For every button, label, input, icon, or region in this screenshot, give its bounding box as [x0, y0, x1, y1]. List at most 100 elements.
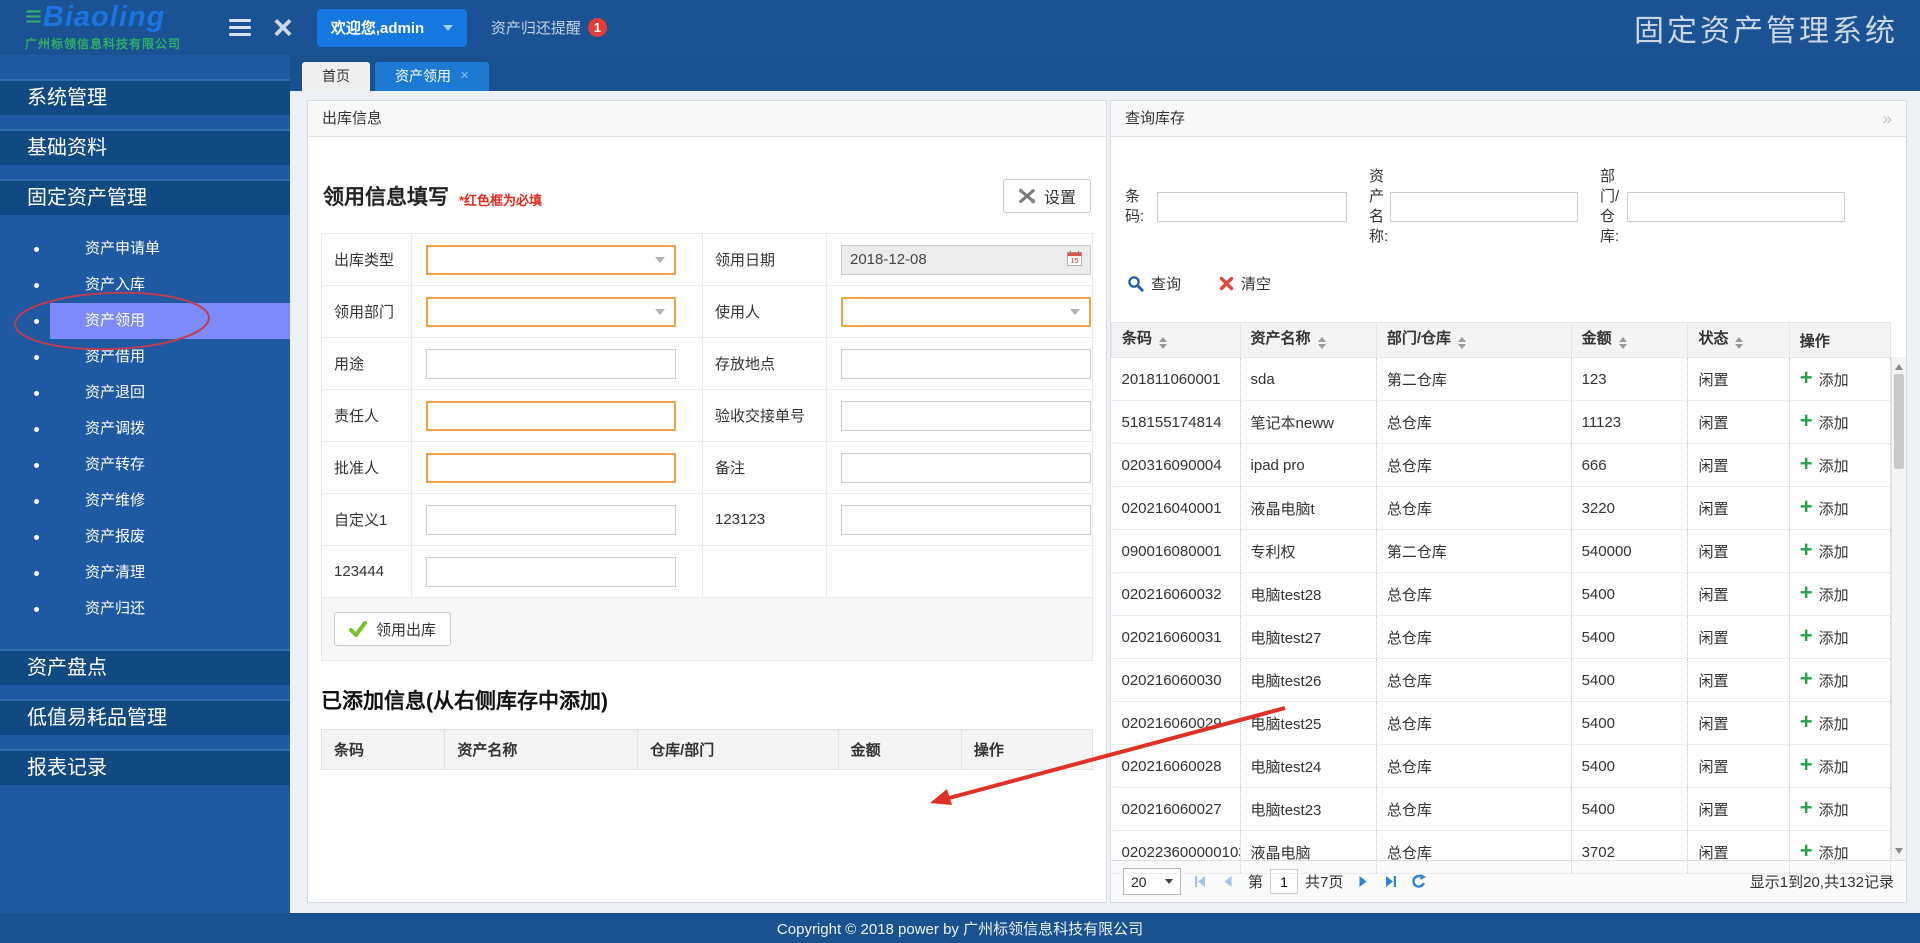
text-field[interactable]: [841, 400, 1091, 431]
add-label: 添加: [1818, 844, 1849, 862]
text-field[interactable]: [426, 504, 676, 535]
text-field[interactable]: [426, 348, 676, 379]
cell-amount: 5400: [1571, 658, 1689, 702]
add-row-button[interactable]: + 添加: [1800, 582, 1849, 605]
add-row-button[interactable]: + 添加: [1800, 453, 1849, 476]
sidebar-item-label: 资产归还: [85, 600, 146, 617]
form-field-cell: [826, 493, 1093, 546]
add-row-button[interactable]: + 添加: [1800, 711, 1849, 734]
form-field-label: 出库类型: [321, 233, 412, 286]
table-row-1: 518155174814 笔记本neww 总仓库 11123 闲置 + 添加: [1111, 400, 1892, 444]
hamburger-menu-icon[interactable]: [229, 19, 251, 36]
form-field-label: 批准人: [321, 441, 412, 494]
collapse-panel-icon[interactable]: »: [1883, 101, 1892, 136]
add-row-button[interactable]: + 添加: [1800, 625, 1849, 648]
add-label: 添加: [1818, 586, 1849, 604]
column-label: 状态: [1698, 330, 1729, 347]
select-field[interactable]: [426, 244, 676, 275]
first-page-icon[interactable]: [1192, 873, 1209, 890]
cell-action: + 添加: [1789, 701, 1892, 745]
asset-name-search-input[interactable]: [1390, 192, 1578, 222]
table-row-2: 020316090004 ipad pro 总仓库 666 闲置 + 添加: [1111, 443, 1892, 487]
clear-button[interactable]: 清空: [1219, 273, 1271, 294]
user-menu-button[interactable]: 欢迎您,admin: [316, 8, 467, 47]
add-row-button[interactable]: + 添加: [1800, 668, 1849, 691]
scroll-up-icon[interactable]: [1892, 357, 1906, 372]
cell-barcode: 090016080001: [1111, 529, 1241, 573]
table-scrollbar[interactable]: [1891, 357, 1906, 860]
cell-name: 电脑test25: [1240, 701, 1377, 745]
sidebar-item-2-10[interactable]: 资产归还: [0, 591, 290, 627]
inventory-column-header[interactable]: 部门/仓库: [1375, 322, 1572, 358]
inventory-column-header[interactable]: 资产名称: [1239, 322, 1377, 358]
text-field[interactable]: [426, 452, 676, 483]
inventory-column-header[interactable]: 金额: [1570, 322, 1689, 358]
sidebar-section-label-5[interactable]: 报表记录: [0, 749, 290, 785]
add-row-button[interactable]: + 添加: [1800, 410, 1849, 433]
form-field-cell: [411, 233, 703, 286]
sidebar-section-label-2[interactable]: 固定资产管理: [0, 179, 290, 215]
inventory-column-header: 操作: [1788, 322, 1892, 358]
cell-status: 闲置: [1687, 357, 1790, 401]
close-icon[interactable]: ×: [273, 11, 293, 45]
tab-close-icon[interactable]: ✕: [460, 62, 469, 91]
form-field-label: 使用人: [702, 285, 827, 338]
add-row-button[interactable]: + 添加: [1800, 797, 1849, 820]
text-field[interactable]: [841, 452, 1091, 483]
next-page-icon[interactable]: [1354, 873, 1371, 890]
dept-warehouse-search-input[interactable]: [1627, 192, 1845, 222]
sidebar-section-label-4[interactable]: 低值易耗品管理: [0, 699, 290, 735]
add-row-button[interactable]: + 添加: [1800, 367, 1849, 390]
wrench-tools-icon: [1018, 188, 1036, 204]
scrollbar-thumb[interactable]: [1894, 374, 1904, 469]
inventory-column-header[interactable]: 状态: [1687, 322, 1790, 358]
tab-home[interactable]: 首页: [302, 62, 370, 91]
sidebar-item-2-5[interactable]: 资产调拨: [0, 411, 290, 447]
inventory-column-header[interactable]: 条码: [1111, 322, 1241, 358]
select-field[interactable]: [426, 296, 676, 327]
add-row-button[interactable]: + 添加: [1800, 496, 1849, 519]
sidebar-item-2-4[interactable]: 资产退回: [0, 375, 290, 411]
form-field-cell: [826, 545, 1093, 598]
column-label: 条码: [1122, 330, 1153, 347]
select-field[interactable]: [841, 296, 1091, 327]
sidebar-section-label-1[interactable]: 基础资料: [0, 129, 290, 165]
add-row-button[interactable]: + 添加: [1800, 539, 1849, 562]
add-row-button[interactable]: + 添加: [1800, 754, 1849, 777]
sidebar-item-2-6[interactable]: 资产转存: [0, 447, 290, 483]
sidebar-item-2-9[interactable]: 资产清理: [0, 555, 290, 591]
add-row-button[interactable]: + 添加: [1800, 840, 1849, 863]
date-field[interactable]: 2018-12-08 15: [841, 244, 1091, 275]
date-value: 2018-12-08: [850, 251, 927, 268]
add-label: 添加: [1818, 715, 1849, 733]
requisition-outbound-button[interactable]: 领用出库: [334, 612, 452, 646]
add-label: 添加: [1818, 801, 1849, 819]
sidebar-item-label: 资产调拨: [85, 420, 146, 437]
search-button[interactable]: 查询: [1127, 273, 1181, 294]
tab-asset-requisition[interactable]: 资产领用 ✕: [375, 62, 490, 91]
sidebar-item-2-8[interactable]: 资产报废: [0, 519, 290, 555]
sidebar-section-label-0[interactable]: 系统管理: [0, 79, 290, 115]
dept-warehouse-search-label: 部门/仓库:: [1600, 168, 1620, 245]
sidebar-section-label-3[interactable]: 资产盘点: [0, 649, 290, 685]
added-items-table: 条码 资产名称 仓库/部门 金额 操作: [320, 729, 1094, 770]
sidebar-item-2-0[interactable]: 资产申请单: [0, 231, 290, 267]
prev-page-icon[interactable]: [1220, 873, 1237, 890]
asset-return-reminder[interactable]: 资产归还提醒 1: [491, 17, 607, 38]
sidebar-item-2-2[interactable]: 资产领用: [0, 303, 290, 339]
text-field[interactable]: [426, 400, 676, 431]
sidebar-item-2-1[interactable]: 资产入库: [0, 267, 290, 303]
scroll-down-icon[interactable]: [1892, 845, 1906, 860]
text-field[interactable]: [841, 348, 1091, 379]
table-row-4: 090016080001 专利权 第二仓库 540000 闲置 + 添加: [1111, 529, 1892, 573]
settings-button[interactable]: 设置: [1002, 179, 1091, 213]
cell-amount: 540000: [1571, 529, 1689, 573]
sidebar-item-2-3[interactable]: 资产借用: [0, 339, 290, 375]
text-field[interactable]: [426, 556, 676, 587]
add-label: 添加: [1818, 414, 1849, 432]
text-field[interactable]: [841, 504, 1091, 535]
sidebar-item-2-7[interactable]: 资产维修: [0, 483, 290, 519]
last-page-icon[interactable]: [1382, 873, 1399, 890]
barcode-search-input[interactable]: [1157, 192, 1347, 222]
refresh-icon[interactable]: [1410, 873, 1427, 890]
